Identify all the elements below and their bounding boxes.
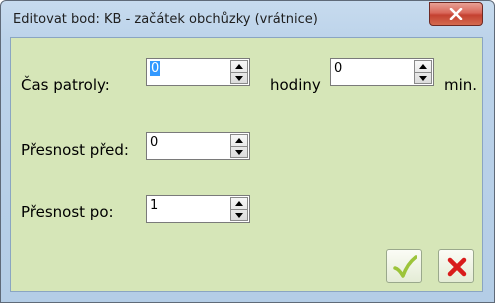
- spin-down-icon[interactable]: [235, 76, 243, 81]
- spin-up-icon[interactable]: [419, 64, 427, 69]
- spin-down-icon[interactable]: [419, 76, 427, 81]
- cancel-button[interactable]: [438, 249, 474, 283]
- accuracy-after-spinner-arrows[interactable]: [230, 197, 248, 221]
- accuracy-after-spinner[interactable]: 1: [146, 195, 250, 223]
- patrol-time-label: Čas patroly:: [21, 76, 110, 94]
- hours-spinner[interactable]: 0: [146, 58, 250, 86]
- hours-spinner-arrows[interactable]: [230, 60, 248, 84]
- accuracy-before-spinner-arrows[interactable]: [230, 134, 248, 158]
- close-icon: [449, 8, 463, 20]
- checkmark-icon: [393, 255, 417, 278]
- accuracy-before-label: Přesnost před:: [21, 141, 129, 159]
- minutes-spinner-arrows[interactable]: [414, 60, 432, 84]
- title-bar[interactable]: Editovat bod: KB - začátek obchůzky (vrá…: [1, 1, 494, 37]
- accuracy-after-label: Přesnost po:: [21, 203, 114, 221]
- accuracy-after-input[interactable]: 1: [150, 198, 158, 213]
- dialog-window: Editovat bod: KB - začátek obchůzky (vrá…: [0, 0, 495, 303]
- accuracy-before-spinner[interactable]: 0: [146, 132, 250, 160]
- minutes-spinner[interactable]: 0: [330, 58, 434, 86]
- spin-up-icon[interactable]: [235, 201, 243, 206]
- accuracy-before-input[interactable]: 0: [150, 135, 158, 150]
- window-title: Editovat bod: KB - začátek obchůzky (vrá…: [13, 12, 318, 27]
- hours-unit-label: hodiny: [270, 76, 321, 94]
- spin-down-icon[interactable]: [235, 213, 243, 218]
- minutes-input[interactable]: 0: [334, 61, 342, 76]
- minutes-unit-label: min.: [444, 76, 478, 94]
- dialog-body: Čas patroly: 0 hodiny 0 min. Přesnost př…: [10, 37, 483, 292]
- spin-up-icon[interactable]: [235, 64, 243, 69]
- spin-down-icon[interactable]: [235, 150, 243, 155]
- confirm-button[interactable]: [386, 249, 422, 283]
- cross-icon: [447, 257, 467, 277]
- hours-input[interactable]: 0: [150, 61, 161, 76]
- spin-up-icon[interactable]: [235, 138, 243, 143]
- close-button[interactable]: [429, 2, 483, 26]
